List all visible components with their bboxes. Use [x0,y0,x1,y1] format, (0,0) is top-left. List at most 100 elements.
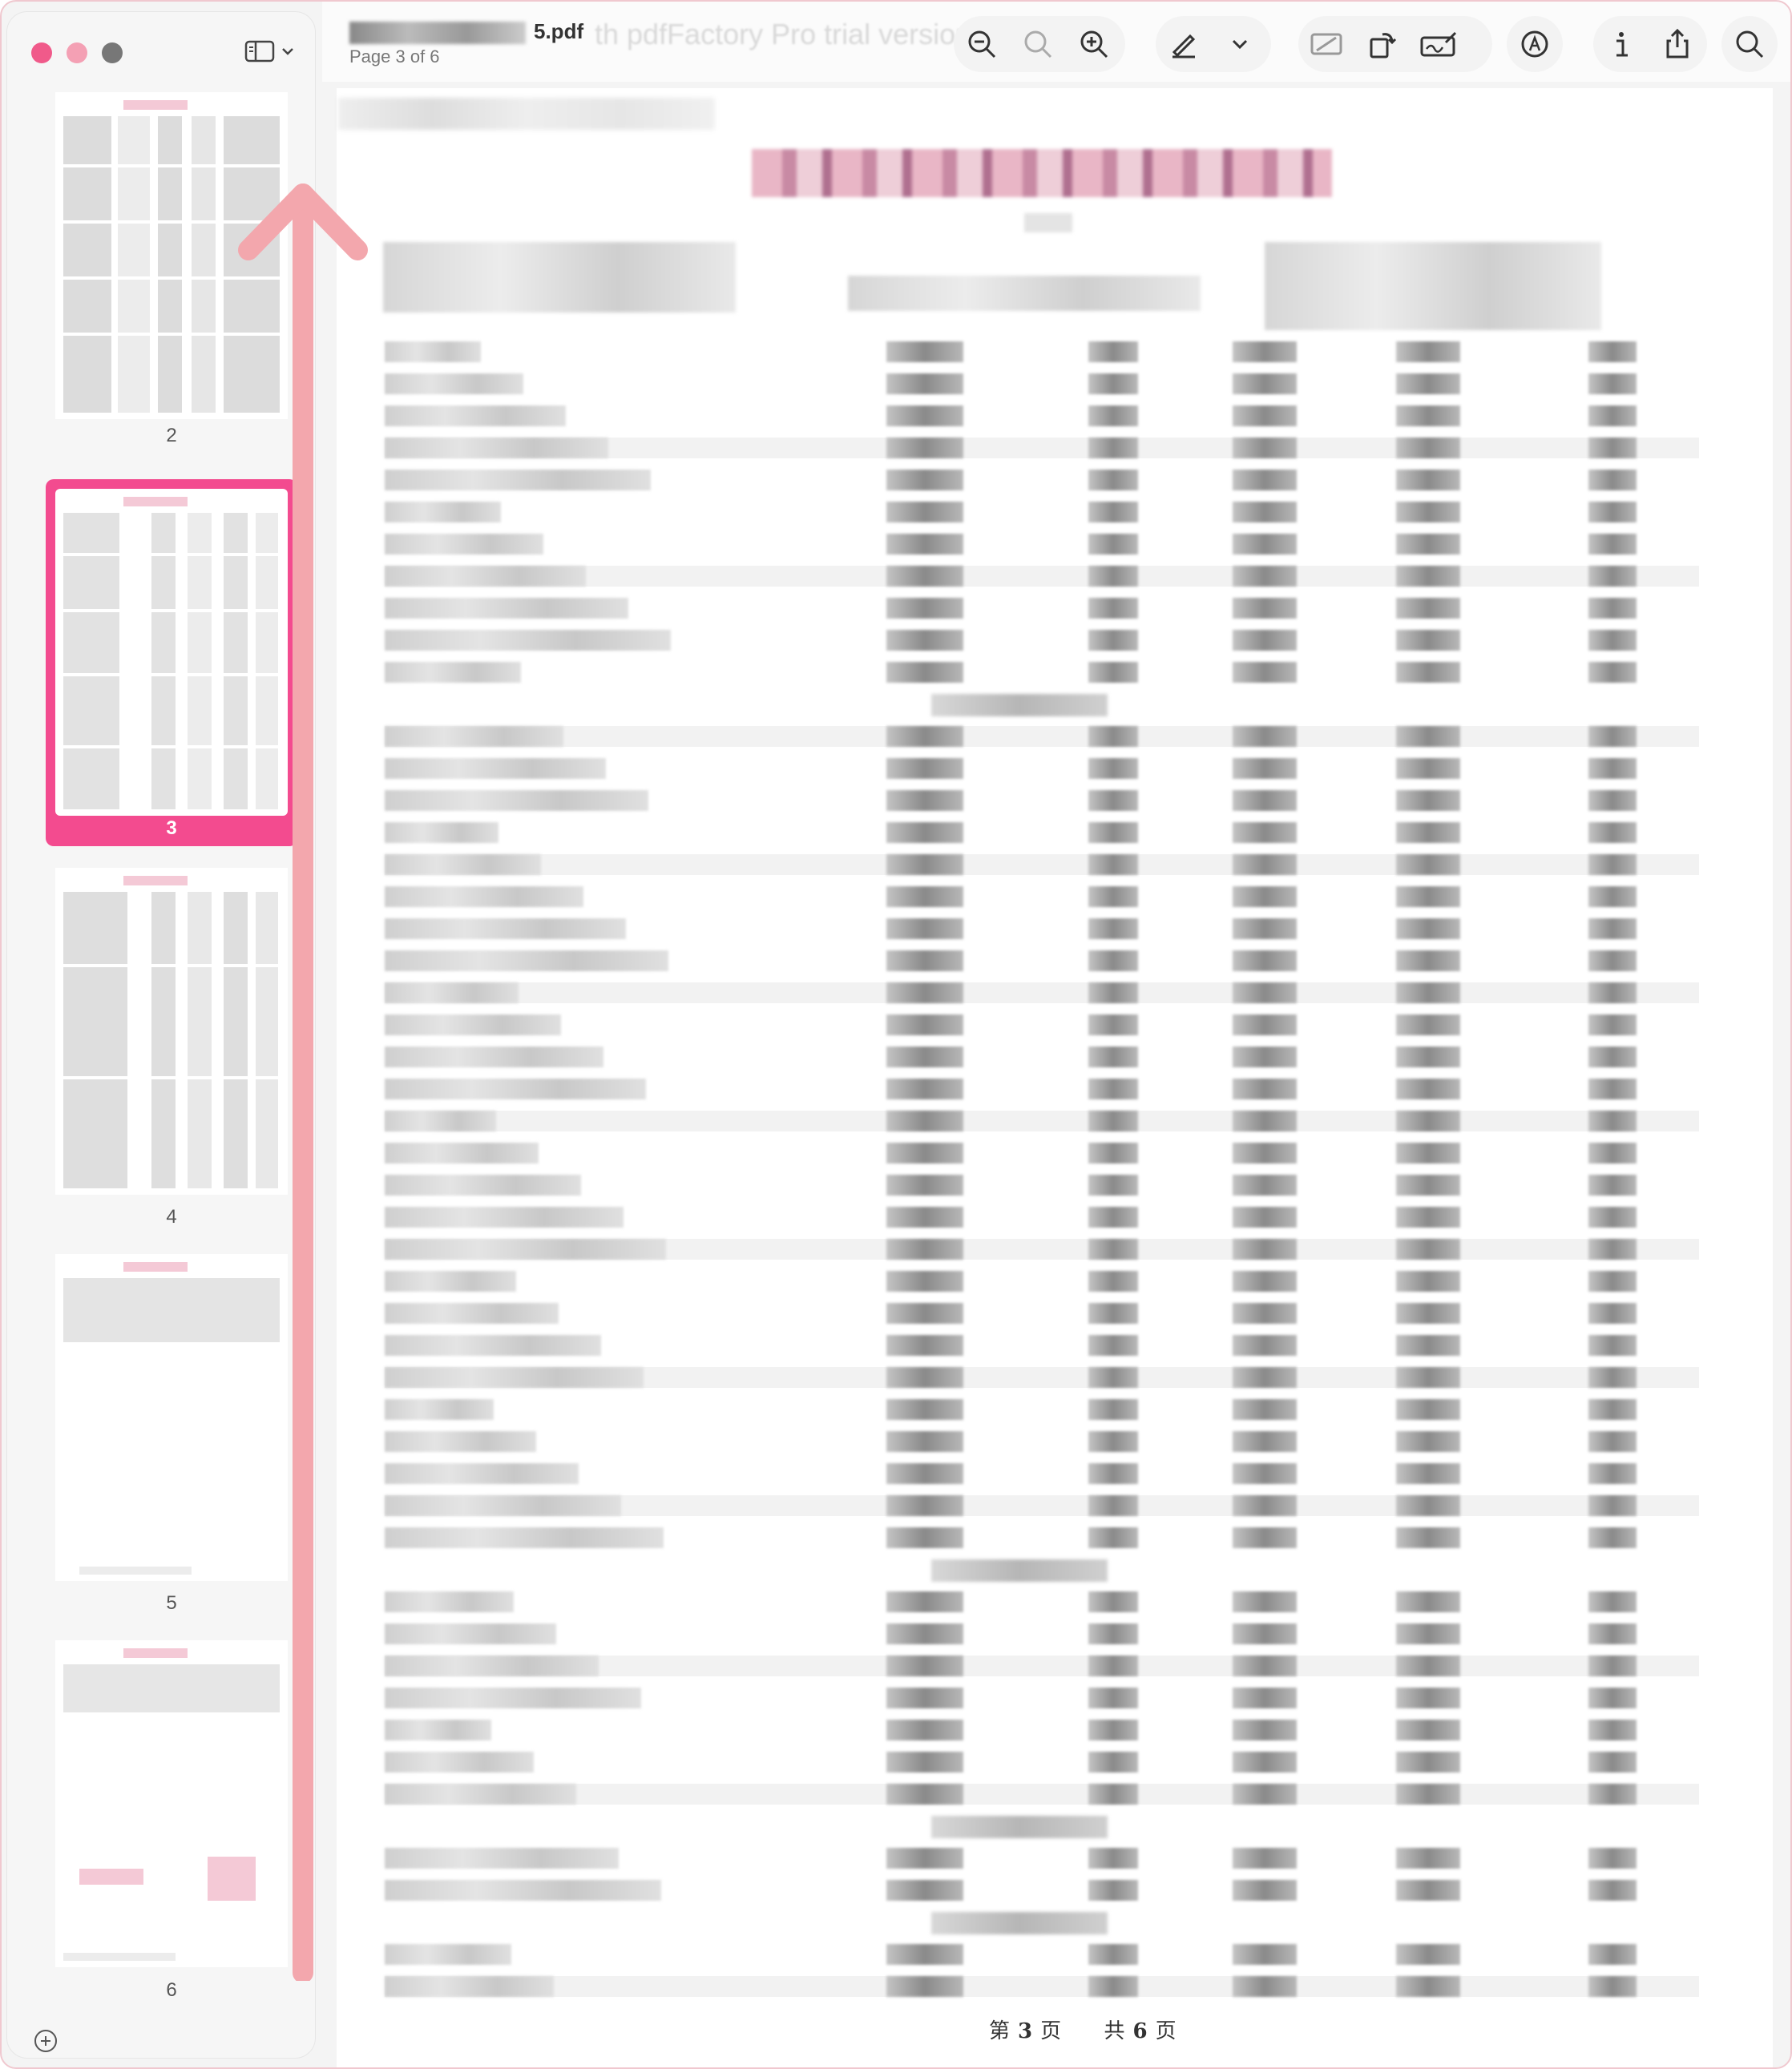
row-value-redacted [1396,1431,1460,1452]
row-value-redacted [1588,1656,1637,1676]
row-value-redacted [1396,438,1460,458]
row-value-redacted [1233,566,1297,587]
row-value-redacted [886,982,963,1003]
row-value-redacted [1233,1944,1297,1965]
row-label-redacted [385,1752,534,1773]
page-thumbnail-2[interactable] [55,92,288,419]
row-label-redacted [385,1656,599,1676]
row-value-redacted [1233,662,1297,683]
row-label-redacted [385,630,671,651]
row-value-redacted [1588,982,1637,1003]
row-value-redacted [886,1271,963,1292]
section-heading-redacted [931,694,1108,716]
row-value-redacted [1588,1207,1637,1228]
rotate-button[interactable] [1354,16,1411,72]
table-row [385,1976,1699,1997]
share-button[interactable] [1649,16,1705,72]
row-value-redacted [1588,1623,1637,1644]
row-value-redacted [1088,1079,1138,1099]
section-heading-redacted [931,1816,1108,1838]
page-thumbnail-4[interactable] [55,868,288,1195]
row-value-redacted [886,1303,963,1324]
markup-button[interactable] [1507,16,1563,72]
row-value-redacted [1588,630,1637,651]
row-value-redacted [886,854,963,875]
row-value-redacted [1396,1143,1460,1164]
row-value-redacted [1233,758,1297,779]
row-value-redacted [1588,1014,1637,1035]
add-page-button[interactable] [34,2030,57,2052]
signature-button[interactable] [1411,16,1467,72]
row-label-redacted [385,758,606,779]
thumbnail-preview [63,1262,280,1575]
page-header-redacted [338,98,715,130]
page-thumbnail-3-selected[interactable]: 3 [46,479,297,846]
row-label-redacted [385,1944,511,1965]
row-value-redacted [1588,341,1637,362]
row-value-redacted [1396,470,1460,490]
row-value-redacted [1088,1848,1138,1869]
row-label-redacted [385,1175,581,1196]
page-thumbnail-6[interactable] [55,1640,288,1967]
footer-current-page: 3 [1018,2019,1035,2043]
zoom-out-icon [968,30,996,58]
row-value-redacted [886,470,963,490]
row-value-redacted [1233,405,1297,426]
row-value-redacted [1396,854,1460,875]
row-label-redacted [385,1047,603,1067]
row-value-redacted [1088,1207,1138,1228]
row-value-redacted [886,1495,963,1516]
highlight-button[interactable] [1156,16,1212,72]
row-value-redacted [886,502,963,522]
row-label-redacted [385,1784,576,1805]
footer-total-pages: 6 [1132,2019,1149,2043]
row-value-redacted [1588,1848,1637,1869]
row-value-redacted [1233,790,1297,811]
page-thumbnail-5[interactable] [55,1254,288,1581]
minimize-button[interactable] [67,42,87,63]
edit-group [1298,16,1492,72]
row-value-redacted [886,1752,963,1773]
row-value-redacted [1088,1720,1138,1740]
row-value-redacted [1588,1143,1637,1164]
info-button[interactable] [1593,16,1649,72]
row-value-redacted [1088,470,1138,490]
row-value-redacted [1588,1527,1637,1548]
close-button[interactable] [31,42,52,63]
row-label-redacted [385,1623,556,1644]
row-value-redacted [1396,566,1460,587]
row-value-redacted [886,1463,963,1484]
row-value-redacted [886,1720,963,1740]
row-value-redacted [1396,790,1460,811]
row-value-redacted [1588,758,1637,779]
table-row [385,1495,1699,1516]
table-row [385,566,1699,587]
row-value-redacted [1588,854,1637,875]
row-value-redacted [1088,1623,1138,1644]
row-value-redacted [1396,758,1460,779]
row-value-redacted [1233,1688,1297,1708]
row-value-redacted [1233,1239,1297,1260]
row-value-redacted [1588,405,1637,426]
highlight-menu-button[interactable] [1212,16,1268,72]
row-value-redacted [1233,822,1297,843]
crop-button[interactable] [1298,16,1354,72]
report-subtitle-redacted [1024,213,1072,232]
row-value-redacted [1588,1239,1637,1260]
actual-size-button[interactable] [1010,16,1066,72]
row-value-redacted [1088,1303,1138,1324]
row-value-redacted [1396,1623,1460,1644]
row-value-redacted [1396,373,1460,394]
row-value-redacted [1588,918,1637,939]
row-value-redacted [1396,1271,1460,1292]
zoom-out-button[interactable] [954,16,1010,72]
zoom-button[interactable] [102,42,123,63]
watermark: th pdfFactory Pro trial version [595,18,972,50]
search-button[interactable] [1721,16,1778,72]
table-row [385,1111,1699,1131]
zoom-in-button[interactable] [1066,16,1122,72]
row-value-redacted [1088,726,1138,747]
sidebar-toggle-button[interactable] [244,39,294,63]
row-value-redacted [886,1688,963,1708]
row-value-redacted [886,1944,963,1965]
